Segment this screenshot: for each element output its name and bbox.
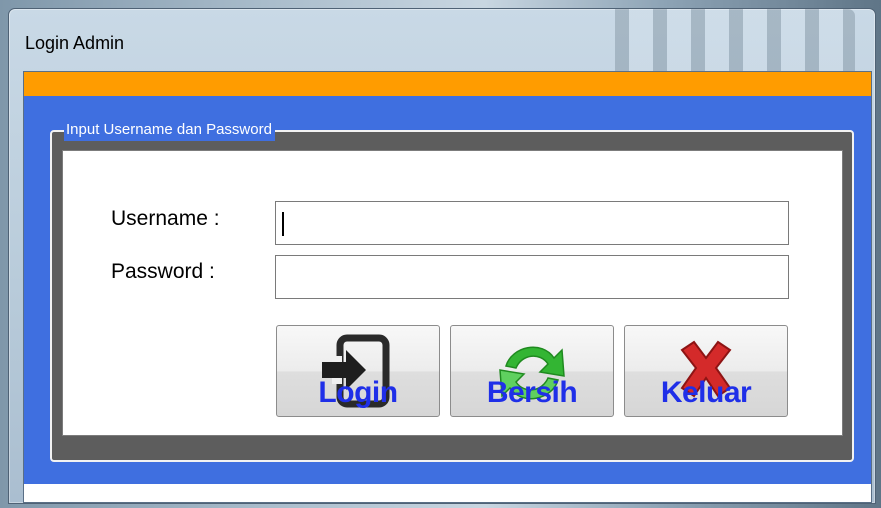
title-bar[interactable]: Login Admin bbox=[9, 9, 875, 71]
credentials-groupbox: Input Username dan Password Username : P… bbox=[50, 119, 854, 462]
login-button[interactable]: Login bbox=[276, 325, 440, 417]
form-panel: Username : Password : Login Bersih Kelua… bbox=[62, 150, 843, 436]
username-field[interactable] bbox=[275, 201, 789, 245]
login-window: Login Admin Input Username dan Password … bbox=[8, 8, 876, 504]
groupbox-legend: Input Username dan Password bbox=[64, 119, 275, 141]
exit-button-label: Keluar bbox=[660, 376, 752, 409]
status-strip bbox=[24, 484, 871, 502]
orange-header-bar bbox=[24, 72, 871, 96]
window-title: Login Admin bbox=[25, 33, 125, 53]
password-field[interactable] bbox=[275, 255, 789, 299]
password-label: Password : bbox=[111, 260, 215, 283]
login-button-label: Login bbox=[318, 376, 398, 409]
clear-button-label: Bersih bbox=[486, 376, 578, 409]
username-label: Username : bbox=[111, 207, 220, 230]
text-caret bbox=[282, 212, 284, 236]
clear-button[interactable]: Bersih bbox=[450, 325, 614, 417]
window-client-area: Input Username dan Password Username : P… bbox=[23, 71, 872, 503]
exit-button[interactable]: Keluar bbox=[624, 325, 788, 417]
